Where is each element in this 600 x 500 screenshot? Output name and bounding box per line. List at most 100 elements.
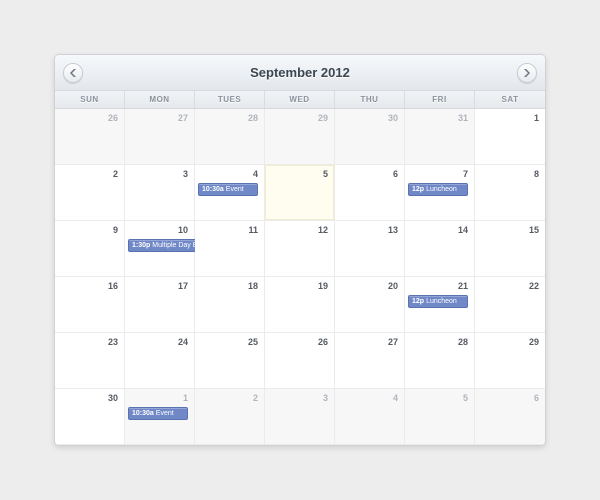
day-number: 28 [458,337,468,347]
day-number: 27 [388,337,398,347]
day-cell[interactable]: 2 [195,389,265,445]
day-number: 26 [108,113,118,123]
day-cell[interactable]: 21 12pLuncheon [405,277,475,333]
event-time: 1:30p [132,242,150,249]
day-number: 3 [183,169,188,179]
day-cell[interactable]: 13 [335,221,405,277]
day-cell[interactable]: 28 [195,109,265,165]
event-title: Event [226,186,244,193]
day-cell[interactable]: 22 [475,277,545,333]
prev-month-button[interactable] [63,63,83,83]
day-cell[interactable]: 15 [475,221,545,277]
day-number: 17 [178,281,188,291]
day-cell[interactable]: 4 10:30aEvent [195,165,265,221]
event-time: 10:30a [202,186,224,193]
day-cell[interactable]: 26 [265,333,335,389]
day-number: 25 [248,337,258,347]
day-number: 27 [178,113,188,123]
day-cell[interactable]: 29 [265,109,335,165]
day-number: 8 [534,169,539,179]
day-number: 4 [393,393,398,403]
day-cell[interactable]: 17 [125,277,195,333]
day-number: 5 [463,393,468,403]
next-month-button[interactable] [517,63,537,83]
day-number: 29 [318,113,328,123]
weekday-label: FRI [405,91,475,108]
calendar-event[interactable]: 10:30aEvent [198,183,258,196]
calendar-header: September 2012 [55,55,545,91]
day-number: 12 [318,225,328,235]
day-number: 6 [393,169,398,179]
day-number: 24 [178,337,188,347]
day-cell[interactable]: 19 [265,277,335,333]
month-title: September 2012 [250,65,350,80]
day-cell[interactable]: 18 [195,277,265,333]
day-number: 23 [108,337,118,347]
event-time: 12p [412,298,424,305]
day-cell[interactable]: 23 [55,333,125,389]
day-number: 2 [113,169,118,179]
day-cell[interactable]: 31 [405,109,475,165]
day-number: 10 [178,225,188,235]
day-number: 7 [463,169,468,179]
day-cell[interactable]: 5 [405,389,475,445]
day-number: 28 [248,113,258,123]
calendar-event[interactable]: 12pLuncheon [408,295,468,308]
day-cell[interactable]: 11 [195,221,265,277]
day-cell[interactable]: 6 [475,389,545,445]
day-cell[interactable]: 30 [55,389,125,445]
day-number: 21 [458,281,468,291]
day-cell[interactable]: 20 [335,277,405,333]
weekday-header-row: SUNMONTUESWEDTHUFRISAT [55,91,545,109]
calendar-grid: 262728293031123410:30aEvent56712pLuncheo… [55,109,545,445]
day-cell[interactable]: 101:30pMultiple Day Event [125,221,195,277]
day-cell[interactable]: 7 12pLuncheon [405,165,475,221]
day-cell[interactable]: 8 [475,165,545,221]
day-cell[interactable]: 25 [195,333,265,389]
weekday-label: THU [335,91,405,108]
day-cell[interactable]: 16 [55,277,125,333]
day-number: 30 [388,113,398,123]
day-cell[interactable]: 5 [265,165,335,221]
day-number: 4 [253,169,258,179]
day-number: 6 [534,393,539,403]
day-number: 20 [388,281,398,291]
day-cell[interactable]: 24 [125,333,195,389]
day-cell[interactable]: 30 [335,109,405,165]
day-number: 30 [108,393,118,403]
day-cell[interactable]: 27 [125,109,195,165]
day-number: 29 [529,337,539,347]
event-title: Event [156,410,174,417]
day-cell[interactable]: 26 [55,109,125,165]
day-cell[interactable]: 2 [55,165,125,221]
day-cell[interactable]: 6 [335,165,405,221]
day-cell[interactable]: 14 [405,221,475,277]
chevron-right-icon [524,69,530,77]
weekday-label: TUES [195,91,265,108]
day-number: 3 [323,393,328,403]
weekday-label: SUN [55,91,125,108]
calendar-event[interactable]: 10:30aEvent [128,407,188,420]
day-cell[interactable]: 28 [405,333,475,389]
day-cell[interactable]: 1 [475,109,545,165]
calendar-event[interactable]: 12pLuncheon [408,183,468,196]
day-cell[interactable]: 4 [335,389,405,445]
day-cell[interactable]: 3 [125,165,195,221]
day-cell[interactable]: 29 [475,333,545,389]
day-number: 1 [183,393,188,403]
day-number: 11 [248,225,258,235]
day-cell[interactable]: 1 10:30aEvent [125,389,195,445]
day-number: 16 [108,281,118,291]
day-number: 22 [529,281,539,291]
day-cell[interactable]: 12 [265,221,335,277]
weekday-label: WED [265,91,335,108]
day-cell[interactable]: 9 [55,221,125,277]
day-number: 26 [318,337,328,347]
event-title: Luncheon [426,186,457,193]
calendar: September 2012 SUNMONTUESWEDTHUFRISAT 26… [54,54,546,446]
day-number: 9 [113,225,118,235]
day-number: 18 [248,281,258,291]
day-cell[interactable]: 27 [335,333,405,389]
weekday-label: MON [125,91,195,108]
day-cell[interactable]: 3 [265,389,335,445]
